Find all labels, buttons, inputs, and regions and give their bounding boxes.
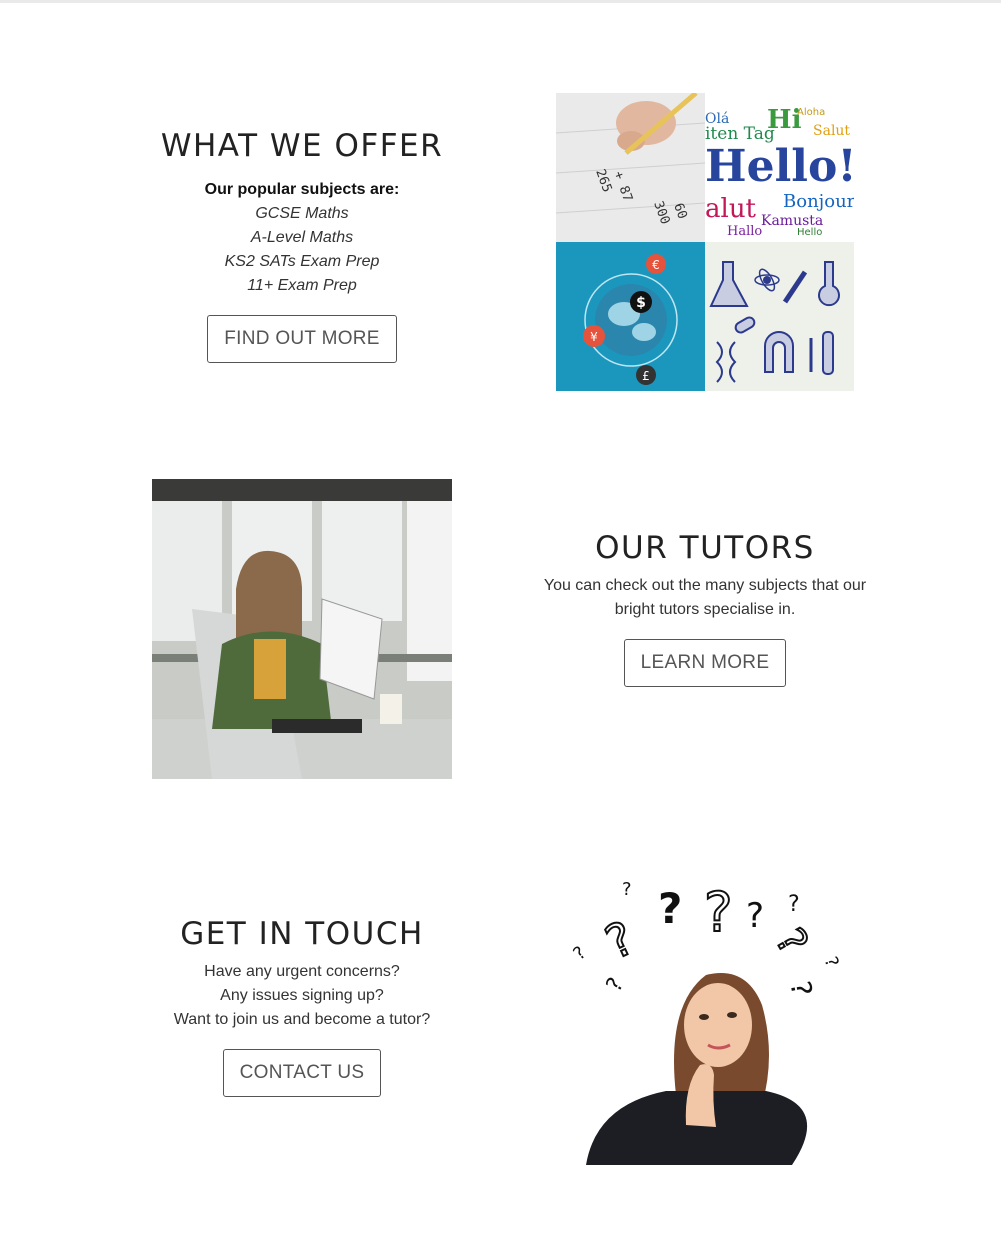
contact-us-button[interactable]: CONTACT US: [222, 1049, 382, 1097]
svg-text:Hello: Hello: [797, 227, 822, 238]
svg-text:£: £: [642, 369, 650, 383]
contact-heading: GET IN TOUCH: [180, 916, 424, 952]
svg-text:Aloha: Aloha: [797, 107, 825, 118]
svg-text:$: $: [636, 295, 646, 311]
tutors-description-line: bright tutors specialise in.: [614, 601, 796, 618]
svg-text:Bonjour: Bonjour: [783, 191, 854, 212]
learn-more-button[interactable]: LEARN MORE: [623, 639, 787, 687]
find-out-more-button[interactable]: FIND OUT MORE: [207, 315, 397, 363]
hello-word-cloud-image: Olá iten Tag Hi Aloha Salut Hello! alut …: [705, 93, 854, 242]
contact-line: Have any urgent concerns?: [204, 963, 400, 980]
subject-item: KS2 SATs Exam Prep: [224, 253, 380, 270]
svg-text:€: €: [652, 258, 660, 272]
contact-text-column: GET IN TOUCH Have any urgent concerns? A…: [132, 916, 472, 1097]
thinking-woman-photo: ? ? ? ? ? ? ? ? ? ? ?: [566, 865, 856, 1165]
svg-text:?: ?: [788, 892, 800, 917]
svg-text:Hello!: Hello!: [705, 141, 854, 192]
science-sketches-image: [705, 242, 854, 391]
subjects-image-grid: 265 + 87 300 60 Olá iten Tag Hi Aloha Sa…: [556, 93, 854, 391]
svg-text:Hallo: Hallo: [727, 224, 762, 239]
subject-item: A-Level Maths: [250, 229, 354, 246]
offer-intro: Our popular subjects are:: [204, 181, 400, 198]
offer-text-column: WHAT WE OFFER Our popular subjects are: …: [152, 128, 452, 363]
contact-line: Any issues signing up?: [220, 987, 384, 1004]
tutor-photo: [152, 479, 452, 779]
svg-text:alut: alut: [705, 194, 757, 224]
svg-text:¥: ¥: [590, 330, 598, 344]
subject-item: 11+ Exam Prep: [247, 277, 357, 294]
tutors-heading: OUR TUTORS: [595, 530, 815, 566]
tutors-description-line: You can check out the many subjects that…: [543, 577, 867, 594]
top-divider: [0, 0, 1001, 3]
svg-text:?: ?: [658, 884, 682, 933]
svg-text:?: ?: [704, 881, 733, 944]
offer-heading: WHAT WE OFFER: [160, 128, 444, 164]
subject-item: GCSE Maths: [255, 205, 349, 222]
contact-line: Want to join us and become a tutor?: [173, 1011, 431, 1028]
svg-text:?: ?: [746, 896, 764, 936]
svg-text:Salut: Salut: [813, 123, 850, 139]
currency-globe-image: $ € ¥ £: [556, 242, 705, 391]
tutors-text-column: OUR TUTORS You can check out the many su…: [520, 530, 890, 687]
svg-text:?: ?: [622, 879, 632, 900]
maths-worksheet-image: 265 + 87 300 60: [556, 93, 705, 242]
